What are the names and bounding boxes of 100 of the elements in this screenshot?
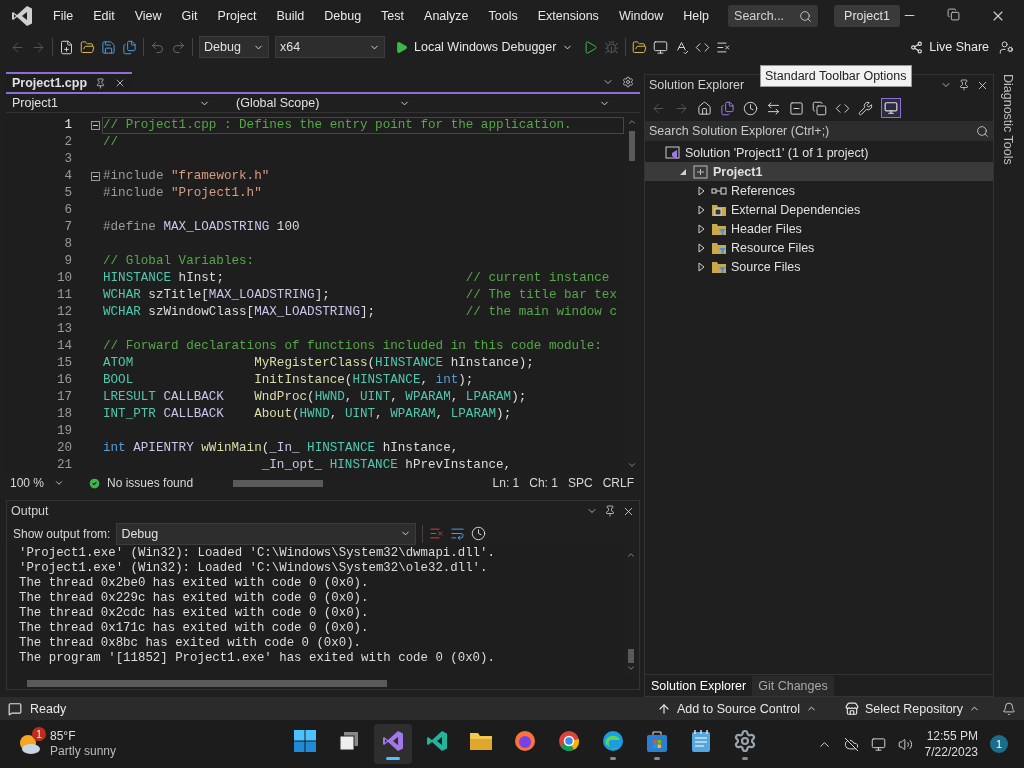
arrow-up-icon[interactable] bbox=[657, 701, 672, 716]
tree-item[interactable]: Resource Files bbox=[645, 238, 993, 257]
user-icon[interactable] bbox=[999, 39, 1014, 55]
tree-item[interactable]: References bbox=[645, 181, 993, 200]
windows-logo-icon[interactable] bbox=[293, 728, 317, 753]
scrollbar-thumb[interactable] bbox=[629, 131, 635, 161]
source-control-button[interactable]: Add to Source Control bbox=[657, 701, 818, 716]
settings-icon[interactable] bbox=[622, 76, 634, 88]
collapse-arrow-icon[interactable] bbox=[679, 167, 687, 176]
menu-item[interactable]: Extensions bbox=[528, 5, 608, 27]
tree-item[interactable]: Source Files bbox=[645, 257, 993, 276]
switch-views-icon[interactable] bbox=[720, 100, 735, 116]
expand-arrow-icon[interactable] bbox=[697, 185, 705, 196]
sync-icon[interactable] bbox=[766, 100, 781, 116]
gear-icon[interactable] bbox=[733, 728, 757, 753]
pin-icon[interactable] bbox=[958, 79, 970, 91]
cloud-off-icon[interactable] bbox=[843, 736, 859, 752]
undo-icon[interactable] bbox=[150, 39, 165, 55]
line-ending-indicator[interactable]: CRLF bbox=[602, 476, 634, 490]
preview-toggle[interactable] bbox=[881, 98, 901, 118]
configuration-dropdown[interactable]: Debug bbox=[199, 36, 269, 58]
whitespace-indicator[interactable]: SPC bbox=[567, 476, 593, 490]
share-icon[interactable] bbox=[910, 40, 924, 54]
menu-item[interactable]: Test bbox=[372, 5, 414, 27]
tree-item[interactable]: External Dependencies bbox=[645, 200, 993, 219]
collapse-icon[interactable] bbox=[91, 121, 100, 130]
platform-dropdown[interactable]: x64 bbox=[275, 36, 385, 58]
clock-icon[interactable] bbox=[743, 100, 758, 116]
wave-logo-icon[interactable] bbox=[601, 728, 625, 753]
fox-globe-icon[interactable] bbox=[513, 728, 537, 753]
tree-item[interactable]: Solution 'Project1' (1 of 1 project) bbox=[645, 143, 993, 162]
shopping-bag-icon[interactable] bbox=[646, 728, 668, 753]
panel-tab[interactable]: Git Changes bbox=[752, 675, 834, 696]
tree-item[interactable]: Project1 bbox=[645, 162, 993, 181]
collapse-all-icon[interactable] bbox=[789, 100, 804, 116]
volume-icon[interactable] bbox=[897, 736, 913, 752]
menu-item[interactable]: Debug bbox=[315, 5, 371, 27]
search-icon[interactable] bbox=[799, 9, 813, 23]
menu-item[interactable]: Help bbox=[674, 5, 719, 27]
spell-check-icon[interactable] bbox=[674, 39, 690, 55]
redo-icon[interactable] bbox=[171, 39, 186, 55]
menu-item[interactable]: Project bbox=[208, 5, 266, 27]
menu-item[interactable]: Build bbox=[267, 5, 314, 27]
weather-widget[interactable]: 1 85°F Partly sunny bbox=[16, 729, 276, 759]
scrollbar-thumb[interactable] bbox=[628, 649, 634, 663]
new-item-icon[interactable] bbox=[59, 39, 74, 55]
caret-icon[interactable] bbox=[627, 117, 637, 127]
open-folder-icon[interactable] bbox=[80, 39, 95, 55]
pin-icon[interactable] bbox=[95, 77, 107, 89]
menu-item[interactable]: File bbox=[44, 5, 83, 27]
expand-arrow-icon[interactable] bbox=[697, 204, 705, 215]
window-icon[interactable] bbox=[653, 39, 669, 55]
folder-search-icon[interactable] bbox=[632, 39, 648, 55]
menu-item[interactable]: Window bbox=[609, 5, 673, 27]
wrench-icon[interactable] bbox=[858, 100, 873, 116]
bell-icon[interactable] bbox=[1002, 701, 1016, 716]
menu-item[interactable]: Analyze bbox=[415, 5, 478, 27]
caret-icon[interactable] bbox=[54, 478, 65, 488]
clock-icon[interactable] bbox=[471, 526, 487, 541]
caret-icon[interactable] bbox=[627, 460, 637, 470]
menu-item[interactable]: Tools bbox=[479, 5, 527, 27]
scope-dropdown[interactable]: (Global Scope) bbox=[216, 96, 416, 110]
run-icon[interactable] bbox=[583, 39, 599, 55]
search-field[interactable]: Search... bbox=[728, 5, 819, 27]
word-wrap-icon[interactable] bbox=[450, 526, 466, 541]
document-tab[interactable]: Project1.cpp bbox=[6, 72, 133, 92]
network-icon[interactable] bbox=[870, 736, 886, 752]
restore-icon[interactable] bbox=[947, 8, 960, 21]
tree-item[interactable]: Header Files bbox=[645, 219, 993, 238]
output-source-dropdown[interactable]: Debug bbox=[116, 522, 417, 545]
project-dropdown[interactable]: Project1 bbox=[6, 96, 216, 110]
expand-arrow-icon[interactable] bbox=[697, 261, 705, 272]
save-all-icon[interactable] bbox=[122, 39, 137, 55]
side-tab[interactable]: Diagnostic Tools bbox=[1001, 74, 1015, 697]
save-icon[interactable] bbox=[101, 39, 116, 55]
copy-icon[interactable] bbox=[812, 100, 827, 116]
code-editor-logo-icon[interactable] bbox=[425, 728, 449, 753]
scrollbar-thumb[interactable] bbox=[233, 479, 324, 487]
clear-icon[interactable] bbox=[429, 526, 445, 541]
menu-item[interactable]: Edit bbox=[84, 5, 124, 27]
collapse-icon[interactable] bbox=[91, 172, 100, 181]
search-icon[interactable] bbox=[976, 124, 989, 138]
chrome-ball-icon[interactable] bbox=[557, 728, 581, 753]
zoom-level[interactable]: 100 % bbox=[6, 476, 45, 490]
message-icon[interactable] bbox=[8, 701, 22, 716]
notepad-icon[interactable] bbox=[691, 728, 711, 753]
start-debugging-button[interactable]: Local Windows Debugger bbox=[391, 38, 578, 56]
play-icon[interactable] bbox=[395, 40, 408, 54]
caret-icon[interactable] bbox=[626, 663, 636, 673]
live-share-button[interactable]: Live Share bbox=[906, 38, 993, 56]
clock[interactable]: 12:55 PM 7/22/2023 bbox=[924, 728, 978, 760]
menu-item[interactable]: View bbox=[125, 5, 171, 27]
list-icon[interactable] bbox=[716, 39, 732, 55]
task-view-icon[interactable] bbox=[338, 729, 360, 752]
pin-icon[interactable] bbox=[604, 505, 616, 517]
expand-arrow-icon[interactable] bbox=[697, 242, 705, 253]
home-icon[interactable] bbox=[697, 100, 712, 116]
scrollbar-thumb[interactable] bbox=[27, 679, 387, 687]
expand-arrow-icon[interactable] bbox=[697, 223, 705, 234]
repository-button[interactable]: Select Repository bbox=[845, 701, 980, 716]
